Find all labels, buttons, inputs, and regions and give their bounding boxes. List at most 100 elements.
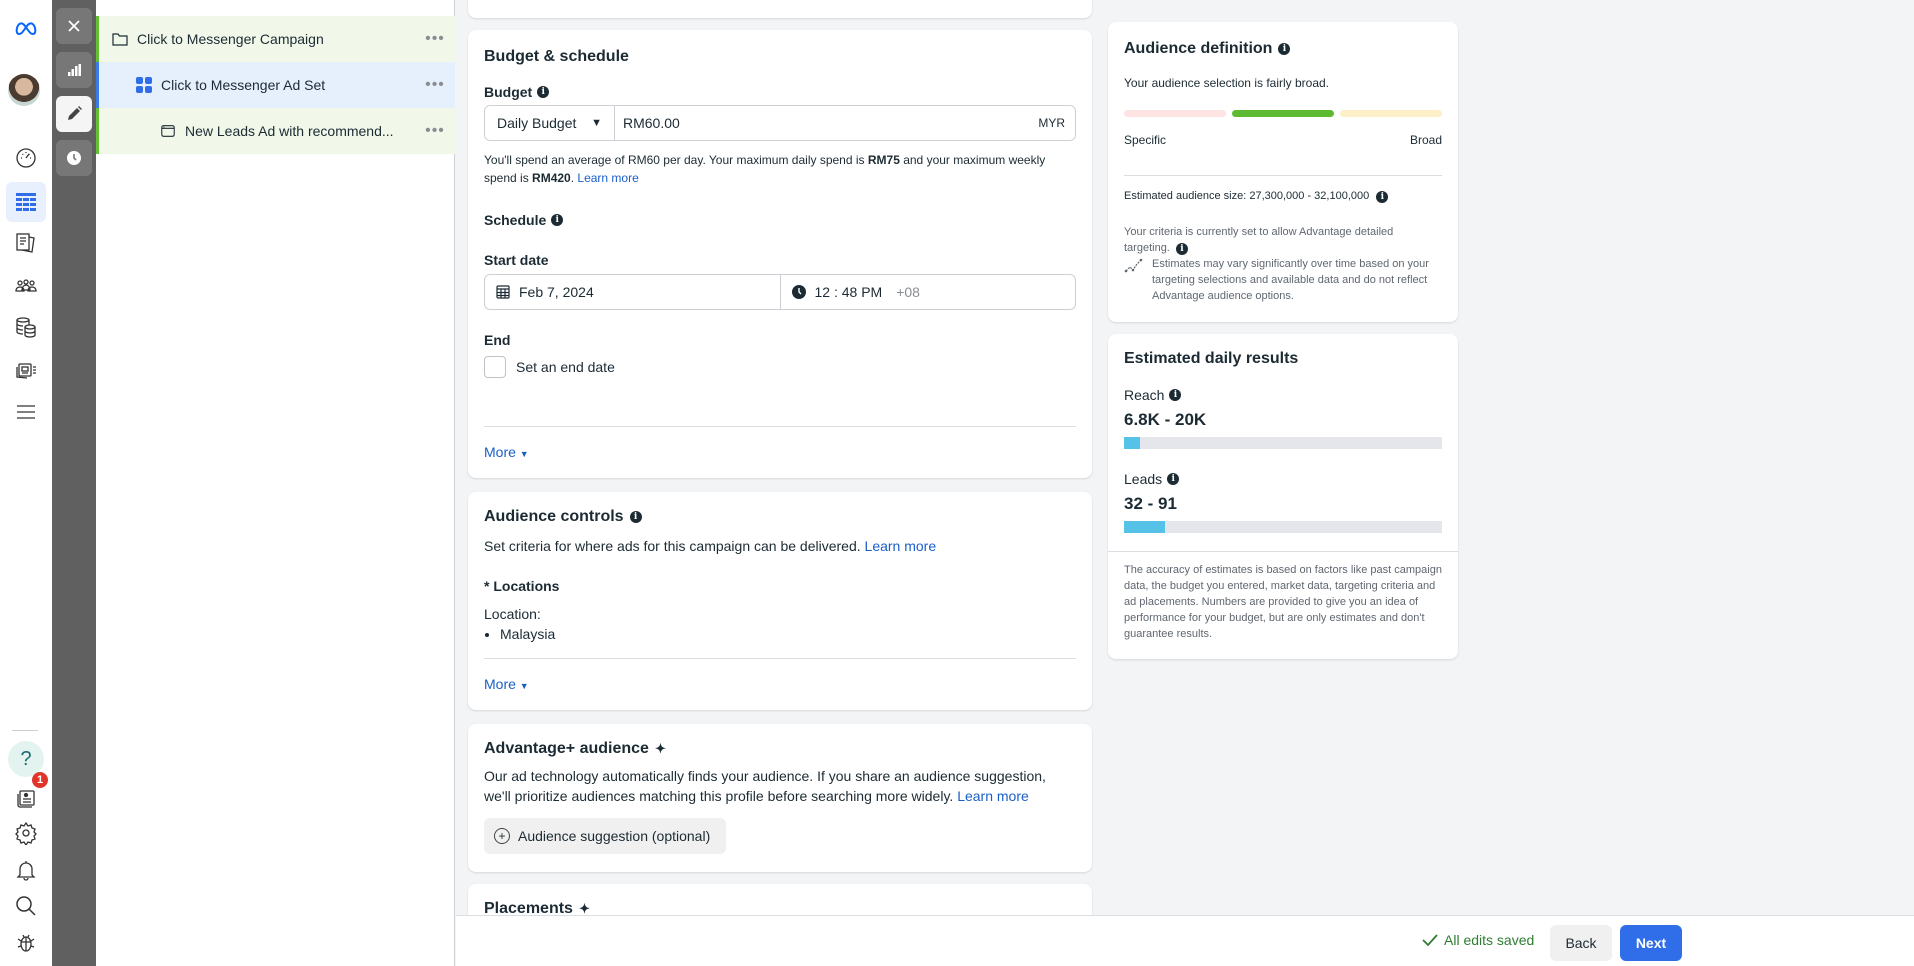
divider (484, 658, 1076, 659)
more-options-icon[interactable]: ••• (415, 76, 455, 94)
section-title: Estimated daily results (1124, 350, 1299, 367)
budget-type-select[interactable]: Daily Budget ▼ (485, 106, 615, 140)
audience-controls-desc: Set criteria for where ads for this camp… (484, 536, 936, 556)
ads-manager-table-icon[interactable] (6, 182, 46, 222)
spectrum-segment (1124, 110, 1226, 117)
budget-schedule-card: Budget & schedule Budget i Daily Budget … (468, 30, 1092, 478)
leads-label-text: Leads (1124, 471, 1163, 487)
search-icon[interactable] (6, 886, 46, 926)
info-icon[interactable]: i (1167, 473, 1180, 485)
tree-item-adset[interactable]: Click to Messenger Ad Set ••• (96, 62, 455, 108)
audience-definition-card: Audience definition i Your audience sele… (1108, 22, 1458, 322)
spectrum-specific-label: Specific (1124, 133, 1167, 147)
section-title-text: Placements (484, 900, 573, 915)
currency-label: MYR (1038, 116, 1065, 130)
adset-grid-icon (135, 76, 153, 94)
profile-avatar[interactable] (8, 74, 40, 106)
campaign-tree-panel: Click to Messenger Campaign ••• Click to… (96, 0, 455, 966)
timezone-label: +08 (896, 284, 920, 300)
reports-chart-button[interactable] (56, 52, 92, 88)
tree-item-label: New Leads Ad with recommend... (185, 123, 394, 139)
nav-divider (12, 730, 38, 731)
main-editor: Budget & schedule Budget i Daily Budget … (456, 0, 1914, 915)
max-weekly-spend: RM420 (532, 171, 571, 185)
clock-icon (791, 285, 806, 299)
back-button[interactable]: Back (1550, 925, 1612, 961)
save-status-text: All edits saved (1444, 932, 1535, 948)
all-tools-menu-icon[interactable] (6, 392, 46, 432)
notifications-feed-icon[interactable]: 1 (6, 772, 48, 818)
settings-gear-icon[interactable] (6, 813, 46, 853)
info-icon[interactable]: i (1376, 191, 1389, 203)
budget-amount-input[interactable]: RM60.00 (615, 106, 1038, 140)
location-prefix: Location: (484, 606, 541, 622)
tree-item-ad[interactable]: New Leads Ad with recommend... ••• (96, 108, 455, 154)
edit-pencil-button[interactable] (56, 96, 92, 132)
billing-coins-icon[interactable] (6, 307, 46, 347)
start-date-label: Start date (484, 252, 549, 268)
audience-size: Estimated audience size: 27,300,000 - 32… (1124, 187, 1389, 205)
creative-hub-icon[interactable] (6, 350, 46, 390)
history-clock-button[interactable] (56, 140, 92, 176)
start-date-group: Feb 7, 2024 12 : 48 PM +08 (484, 274, 1076, 310)
info-icon[interactable]: i (1169, 389, 1182, 401)
leads-label: Leads i (1124, 470, 1180, 488)
budget-input-group: Daily Budget ▼ RM60.00 MYR (484, 105, 1076, 141)
reach-label-text: Reach (1124, 387, 1165, 403)
end-label: End (484, 332, 511, 348)
tree-item-campaign[interactable]: Click to Messenger Campaign ••• (96, 16, 455, 62)
spectrum-broad-label: Broad (1409, 133, 1442, 147)
info-icon[interactable]: i (551, 214, 564, 226)
spectrum-segment (1232, 110, 1334, 117)
max-daily-spend: RM75 (867, 153, 900, 167)
alerts-bell-icon[interactable] (6, 850, 46, 890)
folder-icon (111, 30, 129, 48)
budget-type-value: Daily Budget (497, 115, 577, 131)
caret-down-icon: ▼ (519, 449, 529, 459)
audience-spectrum (1124, 110, 1442, 117)
section-title: Advantage+ audience ✦ (484, 740, 666, 758)
report-bug-icon[interactable] (6, 922, 46, 962)
learn-more-link[interactable]: Learn more (957, 788, 1029, 804)
info-icon[interactable]: i (537, 86, 550, 98)
plus-circle-icon: + (494, 828, 510, 844)
section-title: Budget & schedule (484, 48, 629, 65)
budget-label-text: Budget (484, 84, 533, 100)
start-time-input[interactable]: 12 : 48 PM +08 (779, 275, 1076, 309)
learn-more-link[interactable]: Learn more (577, 171, 638, 185)
audiences-people-icon[interactable] (6, 266, 46, 306)
next-button[interactable]: Next (1620, 925, 1682, 961)
more-options-icon[interactable]: ••• (415, 122, 455, 140)
learn-more-link[interactable]: Learn more (865, 538, 937, 554)
start-date-input[interactable]: Feb 7, 2024 (485, 275, 780, 309)
trend-line-icon (1124, 258, 1143, 273)
info-icon[interactable]: i (1278, 43, 1291, 55)
estimated-results-card: Estimated daily results Reach i 6.8K - 2… (1108, 334, 1458, 659)
more-toggle[interactable]: More ▼ (484, 676, 529, 692)
global-nav: ? 1 (0, 0, 52, 966)
info-icon[interactable]: i (1175, 243, 1188, 255)
overview-gauge-icon[interactable] (6, 137, 46, 177)
tree-item-label: Click to Messenger Ad Set (161, 77, 326, 93)
placements-card: Placements ✦ (468, 884, 1092, 915)
budget-label: Budget i (484, 84, 550, 100)
more-options-icon[interactable]: ••• (415, 30, 455, 48)
button-label: Audience suggestion (optional) (518, 828, 711, 844)
reach-bar-fill (1124, 437, 1140, 449)
section-title: Placements ✦ (484, 900, 590, 915)
close-button[interactable] (56, 8, 92, 44)
location-item: Malaysia (500, 624, 555, 644)
divider (1108, 551, 1458, 552)
more-toggle[interactable]: More ▼ (484, 444, 529, 460)
end-date-checkbox-label[interactable]: Set an end date (516, 359, 615, 375)
meta-logo-icon[interactable] (6, 8, 46, 48)
notification-badge: 1 (32, 772, 48, 788)
spend-explanation: You'll spend an average of RM60 per day.… (484, 151, 1076, 187)
info-icon[interactable]: i (629, 511, 642, 523)
audience-controls-card: Audience controls i Set criteria for whe… (468, 492, 1092, 710)
caret-down-icon: ▼ (519, 681, 529, 691)
audience-suggestion-button[interactable]: + Audience suggestion (optional) (484, 818, 727, 854)
end-date-checkbox[interactable] (484, 356, 506, 378)
reach-bar (1124, 437, 1442, 449)
pages-icon[interactable] (6, 223, 46, 263)
